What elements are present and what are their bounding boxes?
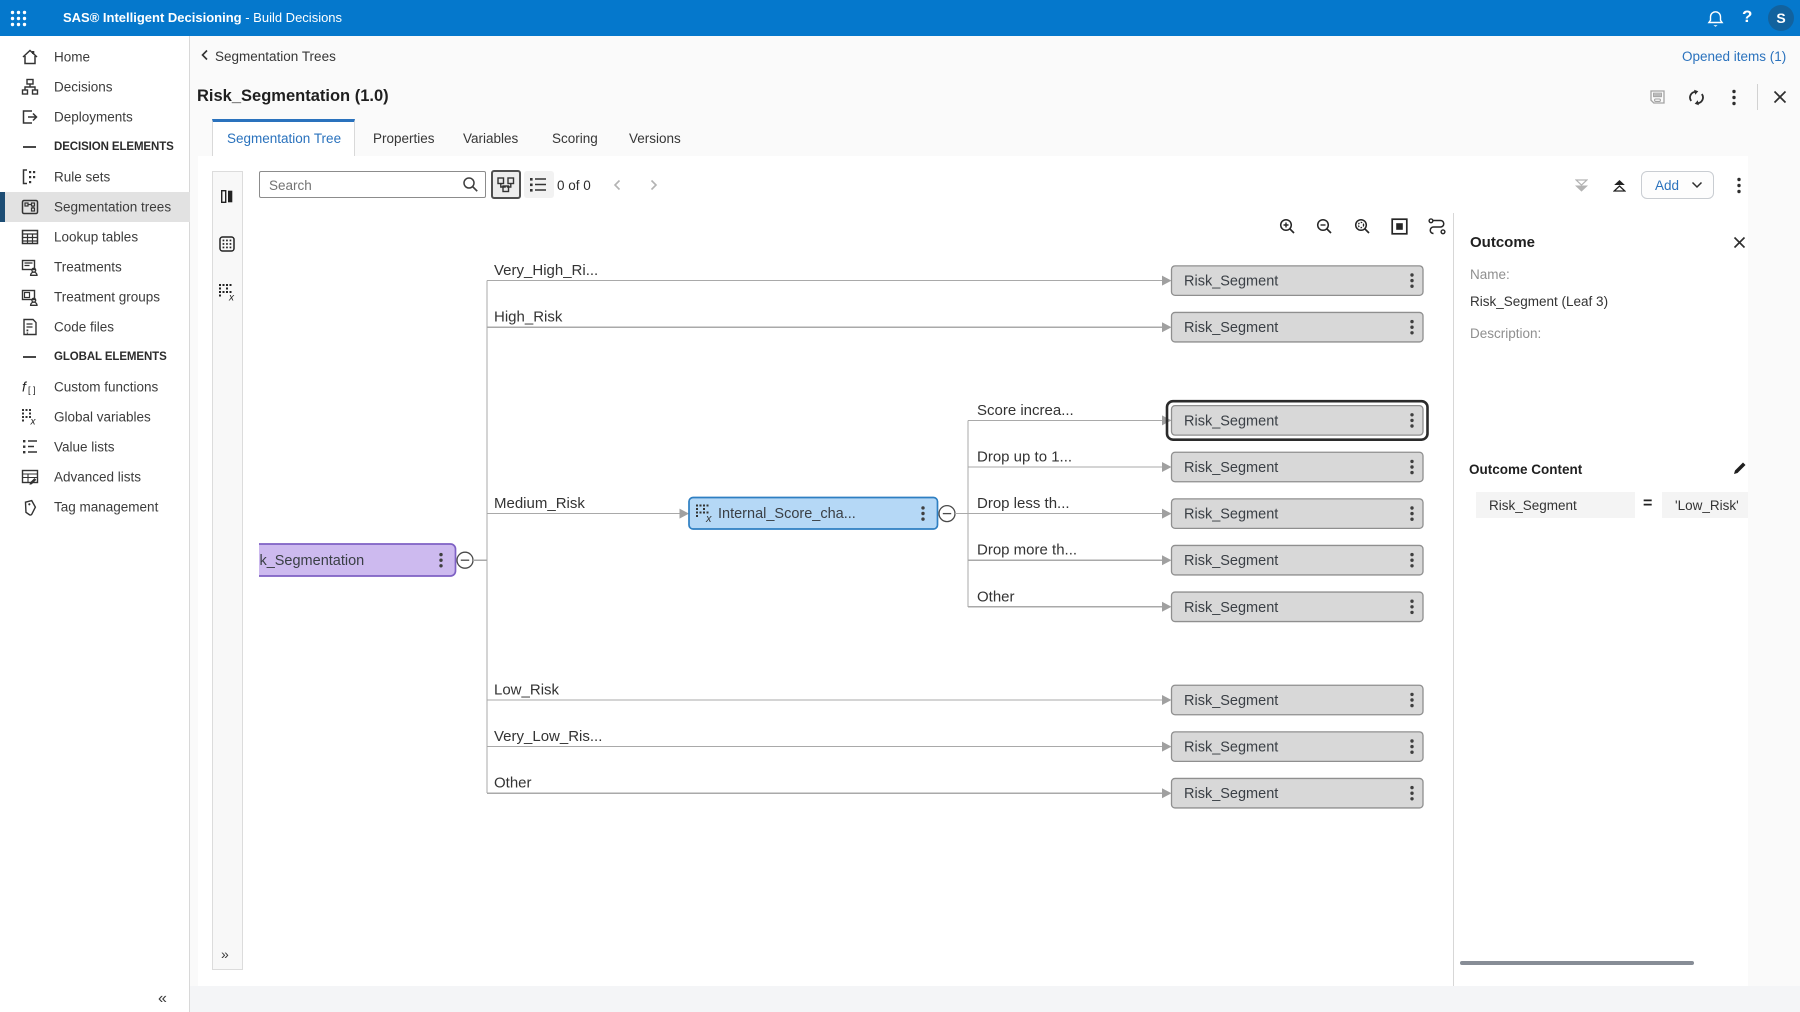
svg-text:Risk_Segment: Risk_Segment [1184,274,1278,290]
svg-text:Risk_Segment: Risk_Segment [1184,413,1278,429]
svg-text:High_Risk: High_Risk [494,309,563,326]
svg-text:Risk_Segment: Risk_Segment [1184,460,1278,476]
svg-text:Risk_Segment: Risk_Segment [1184,320,1278,336]
svg-text:x: x [705,513,712,525]
svg-text:Drop more th...: Drop more th... [977,542,1077,559]
svg-text:Risk_Segment: Risk_Segment [1184,786,1278,802]
svg-text:Drop up to 1...: Drop up to 1... [977,449,1072,466]
svg-text:Risk_Segment: Risk_Segment [1184,693,1278,709]
svg-text:Other: Other [977,588,1015,605]
svg-text:Risk_Segment: Risk_Segment [1184,507,1278,523]
svg-text:Other: Other [494,775,532,792]
svg-text:Internal_Score_cha...: Internal_Score_cha... [718,506,856,522]
svg-text:Risk_Segment: Risk_Segment [1184,553,1278,569]
svg-text:Low_Risk: Low_Risk [494,682,560,699]
svg-text:Very_Low_Ris...: Very_Low_Ris... [494,728,602,745]
svg-text:Medium_Risk: Medium_Risk [494,495,585,512]
svg-text:Risk_Segment: Risk_Segment [1184,740,1278,756]
svg-text:Risk_Segmentation: Risk_Segmentation [239,553,365,569]
svg-text:Drop less th...: Drop less th... [977,495,1070,512]
svg-text:Score increa...: Score increa... [977,402,1074,419]
svg-text:Risk_Segment: Risk_Segment [1184,600,1278,616]
svg-text:Very_High_Ri...: Very_High_Ri... [494,262,598,279]
